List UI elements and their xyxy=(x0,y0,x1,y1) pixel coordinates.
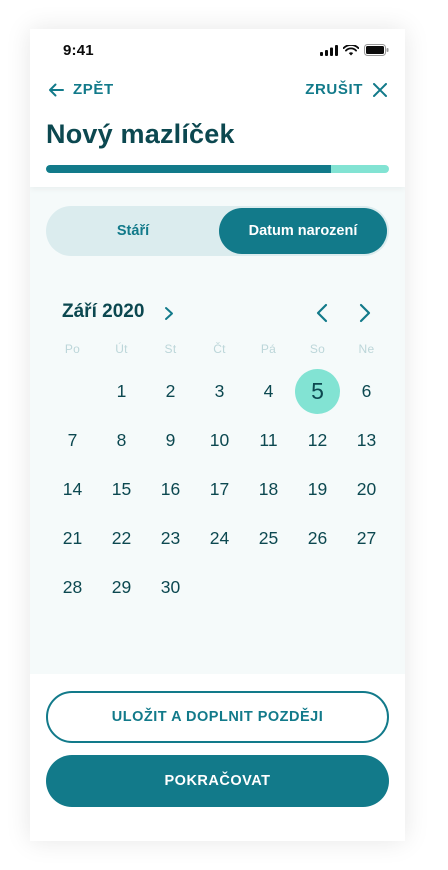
calendar-day[interactable]: 30 xyxy=(146,563,195,612)
status-bar: 9:41 xyxy=(30,29,405,73)
calendar-day[interactable]: 21 xyxy=(48,514,97,563)
calendar-day[interactable]: 22 xyxy=(97,514,146,563)
calendar-empty-cell xyxy=(48,367,97,416)
arrow-left-icon xyxy=(49,83,64,96)
calendar-day-label: 26 xyxy=(307,528,328,548)
calendar-day[interactable]: 15 xyxy=(97,465,146,514)
calendar-day[interactable]: 1 xyxy=(97,367,146,416)
close-icon xyxy=(373,82,387,97)
calendar-day[interactable]: 23 xyxy=(146,514,195,563)
month-label[interactable]: Září 2020 xyxy=(62,301,144,323)
calendar-day-label: 14 xyxy=(62,479,83,499)
calendar-day-label: 21 xyxy=(62,528,83,548)
calendar-day-label: 29 xyxy=(111,577,132,597)
calendar-day-label: 24 xyxy=(209,528,230,548)
chevron-right-icon[interactable] xyxy=(358,303,372,323)
chevron-left-icon[interactable] xyxy=(315,303,329,323)
calendar-day[interactable]: 13 xyxy=(342,416,391,465)
calendar-day-label: 28 xyxy=(62,577,83,597)
back-label: ZPĚT xyxy=(73,81,114,98)
weekday-header: Po Út St Čt Pá So Ne xyxy=(48,342,391,356)
calendar-day-label: 13 xyxy=(356,430,377,450)
progress-fill xyxy=(46,165,331,173)
calendar-day[interactable]: 26 xyxy=(293,514,342,563)
calendar-day-label: 9 xyxy=(165,430,176,450)
page-title: Nový mazlíček xyxy=(46,119,235,149)
calendar-day-label: 19 xyxy=(307,479,328,499)
calendar-day-label: 18 xyxy=(258,479,279,499)
calendar-day[interactable]: 2 xyxy=(146,367,195,416)
calendar-day-label: 25 xyxy=(258,528,279,548)
chevron-right-icon[interactable] xyxy=(164,306,174,321)
calendar-day-label: 12 xyxy=(307,430,328,450)
status-icons xyxy=(320,44,389,56)
calendar-day-label: 10 xyxy=(209,430,230,450)
calendar-day-label: 2 xyxy=(165,381,176,401)
weekday-label: Út xyxy=(115,342,128,356)
calendar-day-label: 8 xyxy=(116,430,127,450)
app-screen: 9:41 ZPĚT ZRUŠIT Nový mazlíček Stáří Dat… xyxy=(30,29,405,841)
calendar-day[interactable]: 18 xyxy=(244,465,293,514)
calendar-day[interactable]: 20 xyxy=(342,465,391,514)
calendar-day-label: 22 xyxy=(111,528,132,548)
weekday-label: Čt xyxy=(213,342,226,356)
calendar-day[interactable]: 27 xyxy=(342,514,391,563)
calendar-day[interactable]: 16 xyxy=(146,465,195,514)
calendar-day[interactable]: 8 xyxy=(97,416,146,465)
back-button[interactable]: ZPĚT xyxy=(48,81,114,98)
calendar-day[interactable]: 6 xyxy=(342,367,391,416)
calendar-day-label: 27 xyxy=(356,528,377,548)
calendar-day[interactable]: 29 xyxy=(97,563,146,612)
toggle-option-birthdate[interactable]: Datum narození xyxy=(219,208,387,254)
calendar-day[interactable]: 19 xyxy=(293,465,342,514)
calendar-day-label: 23 xyxy=(160,528,181,548)
calendar-day[interactable]: 25 xyxy=(244,514,293,563)
weekday-label: So xyxy=(309,342,326,356)
calendar-day-label: 1 xyxy=(116,381,127,401)
cancel-button[interactable]: ZRUŠIT xyxy=(305,81,387,98)
calendar-day-label: 30 xyxy=(160,577,181,597)
continue-button[interactable]: POKRAČOVAT xyxy=(46,755,389,807)
calendar-day-label: 6 xyxy=(361,381,372,401)
wifi-icon xyxy=(343,44,359,55)
progress-bar xyxy=(46,165,389,173)
calendar-day-label: 16 xyxy=(160,479,181,499)
calendar-day-selected[interactable]: 5 xyxy=(293,367,342,416)
toggle-option-age[interactable]: Stáří xyxy=(48,208,218,254)
calendar-day-label: 7 xyxy=(67,430,78,450)
calendar-day[interactable]: 7 xyxy=(48,416,97,465)
signal-icon xyxy=(320,44,338,56)
calendar-day[interactable]: 11 xyxy=(244,416,293,465)
weekday-label: Ne xyxy=(358,342,375,356)
weekday-label: St xyxy=(164,342,177,356)
calendar-day[interactable]: 4 xyxy=(244,367,293,416)
calendar-day[interactable]: 9 xyxy=(146,416,195,465)
battery-icon xyxy=(364,44,389,56)
calendar-day-label: 3 xyxy=(214,381,225,401)
cancel-label: ZRUŠIT xyxy=(305,81,363,98)
calendar-day-label: 20 xyxy=(356,479,377,499)
weekday-label: Po xyxy=(64,342,81,356)
calendar-day-label: 4 xyxy=(263,381,274,401)
calendar-day-label: 17 xyxy=(209,479,230,499)
footer-actions: ULOŽIT A DOPLNIT POZDĚJI POKRAČOVAT xyxy=(30,674,405,841)
calendar-day[interactable]: 12 xyxy=(293,416,342,465)
age-mode-toggle: Stáří Datum narození xyxy=(46,206,389,256)
calendar-day-label: 11 xyxy=(259,430,278,450)
calendar-day-label: 15 xyxy=(111,479,132,499)
status-time: 9:41 xyxy=(63,42,94,59)
weekday-label: Pá xyxy=(260,342,277,356)
calendar-day[interactable]: 17 xyxy=(195,465,244,514)
save-later-button[interactable]: ULOŽIT A DOPLNIT POZDĚJI xyxy=(46,691,389,743)
calendar-header: Září 2020 xyxy=(30,298,405,330)
calendar-day[interactable]: 14 xyxy=(48,465,97,514)
header: 9:41 ZPĚT ZRUŠIT Nový mazlíček xyxy=(30,29,405,187)
calendar-grid: 1 2 3 4 5 6 7 8 9 10 11 12 13 14 15 16 17 18 19 20 21 22 23 24 2… xyxy=(48,367,391,612)
calendar-day-label: 5 xyxy=(311,378,324,404)
calendar-day[interactable]: 24 xyxy=(195,514,244,563)
calendar-day[interactable]: 10 xyxy=(195,416,244,465)
calendar-day[interactable]: 28 xyxy=(48,563,97,612)
calendar-day[interactable]: 3 xyxy=(195,367,244,416)
nav-row: ZPĚT ZRUŠIT xyxy=(30,81,405,107)
